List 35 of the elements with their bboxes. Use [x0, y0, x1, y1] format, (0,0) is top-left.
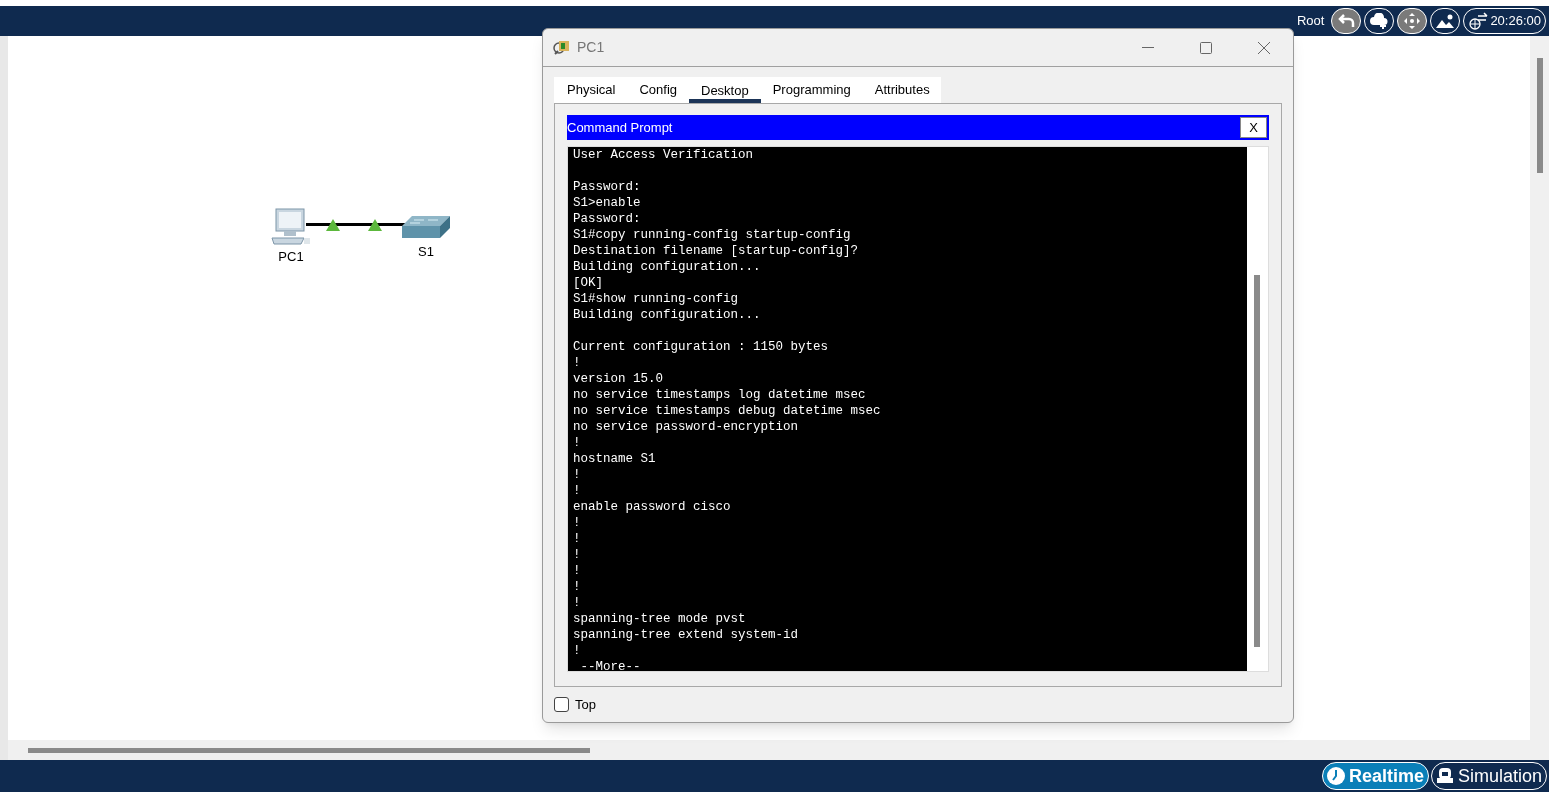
- window-title: PC1: [577, 38, 605, 57]
- undo-arrow-icon: [1337, 14, 1356, 28]
- simulation-time: 20:26:00: [1490, 12, 1541, 31]
- move-arrows-icon: [1403, 12, 1422, 30]
- user-label: Root: [1296, 12, 1325, 31]
- move-button[interactable]: [1397, 8, 1428, 34]
- vertical-scrollbar[interactable]: [1530, 36, 1549, 740]
- terminal-output: User Access Verification Password: S1>enable Password: S1#copy running-config startup-config Destination filename [startup-config]? Building configuration... [OK] S1#show running-config Building configuration... Current configuration : 1150 bytes ! version 15.0 no service timestamps log datetime msec no service timestamps debug datetime msec no service password-encryption ! hostname S1 ! ! enable password cisco ! ! ! ! ! ! spanning-tree mode pvst spanning-tree extend system-id ! --More--: [572, 147, 882, 671]
- app-close-button[interactable]: X: [1240, 117, 1267, 138]
- top-checkbox[interactable]: [554, 697, 569, 713]
- close-icon: [1258, 41, 1270, 54]
- link-status-icon: [326, 219, 340, 231]
- tab[interactable]: Desktop: [689, 77, 761, 103]
- pc-icon[interactable]: [270, 208, 312, 246]
- tab[interactable]: Attributes: [862, 77, 942, 103]
- switch-icon[interactable]: [400, 214, 452, 240]
- tab[interactable]: Programming: [760, 77, 863, 103]
- realtime-button[interactable]: Realtime: [1321, 762, 1429, 790]
- app-title: Command Prompt: [567, 118, 673, 137]
- device-label: S1: [418, 243, 434, 261]
- pc-window-icon: [553, 38, 571, 57]
- back-button[interactable]: [1331, 8, 1362, 34]
- checkbox-label: Top: [575, 696, 596, 714]
- cloud-icon: [1369, 13, 1390, 29]
- simulation-button[interactable]: Simulation: [1430, 762, 1547, 790]
- network-globe-icon: [1468, 12, 1489, 30]
- clock-icon: [1325, 766, 1346, 786]
- horizontal-scrollbar[interactable]: [8, 740, 1549, 760]
- tab[interactable]: Physical: [555, 77, 628, 103]
- minimize-icon: [1142, 46, 1154, 49]
- maximize-icon: [1200, 41, 1212, 54]
- device-label: PC1: [278, 248, 304, 266]
- mountain-picture-icon: [1435, 13, 1456, 29]
- tab[interactable]: Config: [627, 77, 689, 103]
- link-status-icon: [368, 219, 382, 231]
